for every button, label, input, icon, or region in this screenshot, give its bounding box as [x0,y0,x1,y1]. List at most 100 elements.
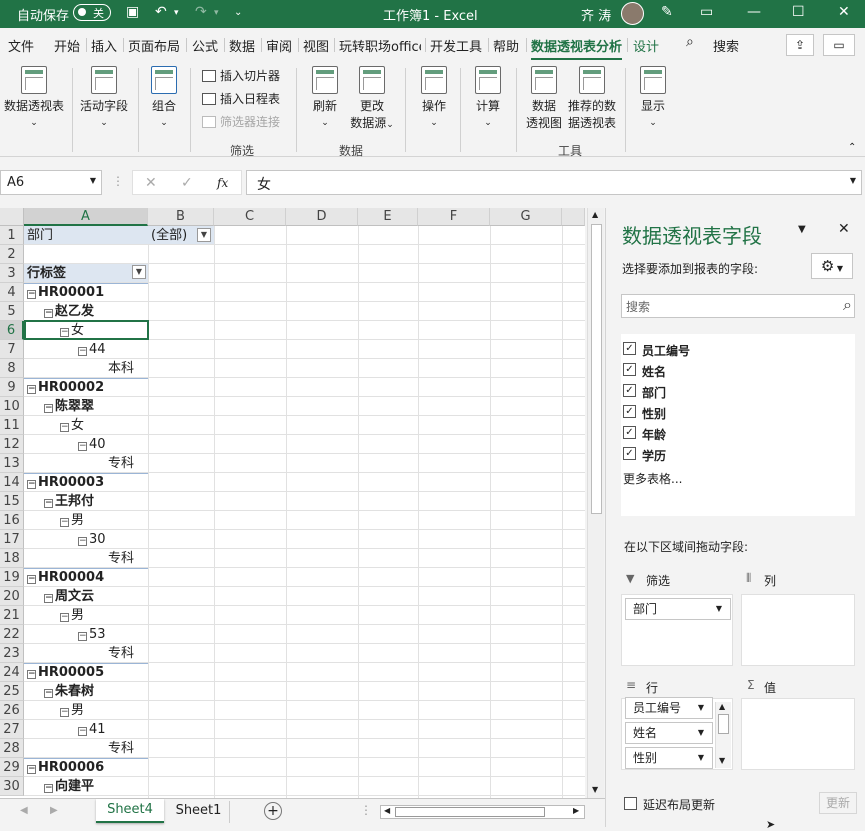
row-header[interactable]: 6 [0,321,24,340]
horizontal-scroll-thumb[interactable] [395,807,545,817]
collapse-icon[interactable]: − [78,537,87,546]
row-header[interactable]: 23 [0,644,24,663]
actions-button[interactable]: 操作 ⌄ [414,66,454,128]
collapse-icon[interactable]: − [60,613,69,622]
row-header[interactable]: 4 [0,283,24,302]
row-header[interactable]: 1 [0,226,24,245]
rows-area-scrollbar[interactable]: ▲ ▼ [715,702,731,768]
name-box[interactable]: A6 ▼ [0,170,102,195]
row-header[interactable]: 28 [0,739,24,758]
row-header[interactable]: 20 [0,587,24,606]
sheet-tab-sheet1[interactable]: Sheet1 [168,801,230,823]
column-header-g[interactable]: G [490,208,562,226]
row-chip[interactable]: 姓名 ▼ [625,722,713,744]
collapse-icon[interactable]: − [60,518,69,527]
row-labels-dropdown-icon[interactable]: ▼ [132,265,146,279]
column-header-h[interactable] [562,208,585,226]
change-data-source-button[interactable]: 更改 数据源⌄ [346,66,398,131]
tab-design[interactable]: 设计 [633,36,659,55]
gear-icon[interactable]: ⚙ ▼ [811,253,853,279]
rows-scroll-up-icon[interactable]: ▲ [719,702,725,711]
autosave-toggle[interactable]: 关 [73,4,111,21]
row-header[interactable]: 17 [0,530,24,549]
row-header[interactable]: 14 [0,473,24,492]
column-header-f[interactable]: F [418,208,490,226]
tab-home[interactable]: 开始 [54,36,80,55]
collapse-icon[interactable]: − [44,784,53,793]
row-header[interactable]: 3 [0,264,24,283]
column-header-b[interactable]: B [148,208,214,226]
cell-a18[interactable]: 专科 [108,549,134,568]
cell-a19[interactable]: − HR00004 [27,568,104,587]
cell-a28[interactable]: 专科 [108,739,134,758]
row-header[interactable]: 19 [0,568,24,587]
row-chip[interactable]: 员工编号 ▼ [625,697,713,719]
cell-a26[interactable]: − 男 [60,701,84,720]
user-name[interactable]: 齐 涛 [581,5,611,24]
field-item[interactable]: 年龄 [642,426,666,443]
maximize-icon[interactable]: ☐ [792,4,805,20]
collapse-ribbon-icon[interactable]: ⌃ [848,142,856,153]
collapse-icon[interactable]: − [44,309,53,318]
cell-a15[interactable]: − 王邦付 [44,492,94,511]
sheet-tab-sheet4[interactable]: Sheet4 [96,799,164,823]
worksheet-grid[interactable]: A B C D E F G 1 2 3 4 5 6 7 8 9 10 11 12 13 14 15 16 17 1… [0,208,585,798]
insert-slicer-button[interactable]: 插入切片器 [202,67,280,84]
cell-a13[interactable]: 专科 [108,454,134,473]
row-header[interactable]: 13 [0,454,24,473]
scroll-right-icon[interactable]: ▶ [573,806,579,815]
undo-icon[interactable]: ↶ [155,4,167,20]
row-header[interactable]: 27 [0,720,24,739]
collapse-icon[interactable]: − [27,290,36,299]
tab-file[interactable]: 文件 [8,36,34,55]
cell-a24[interactable]: − HR00005 [27,663,104,682]
collapse-icon[interactable]: − [27,385,36,394]
scroll-up-icon[interactable]: ▲ [592,210,598,219]
cell-a14[interactable]: − HR00003 [27,473,104,492]
cell-a1[interactable]: 部门 [27,226,53,245]
row-header[interactable]: 9 [0,378,24,397]
cell-a12[interactable]: −40 [78,435,106,454]
collapse-icon[interactable]: − [60,708,69,717]
search-icon[interactable]: ⌕ [843,295,852,315]
cell-a27[interactable]: −41 [78,720,106,739]
chip-dropdown-icon[interactable]: ▼ [698,698,704,718]
row-header[interactable]: 16 [0,511,24,530]
horizontal-scrollbar[interactable]: ◀ ▶ [380,805,585,819]
field-item[interactable]: 员工编号 [642,342,690,359]
row-header[interactable]: 8 [0,359,24,378]
collapse-icon[interactable]: − [44,404,53,413]
vertical-scroll-thumb[interactable] [591,224,602,514]
chip-dropdown-icon[interactable]: ▼ [698,723,704,743]
customize-qat-icon[interactable]: ⌄ [234,7,242,18]
cell-a8[interactable]: 本科 [108,359,134,378]
tab-page-layout[interactable]: 页面布局 [128,36,180,55]
tab-help[interactable]: 帮助 [493,36,519,55]
cell-a11[interactable]: − 女 [60,416,84,435]
row-header[interactable]: 30 [0,777,24,796]
update-button[interactable]: 更新 [819,792,857,814]
recommended-pivot-button[interactable]: 推荐的数 据透视表 [565,66,619,131]
close-icon[interactable]: ✕ [838,4,850,20]
collapse-icon[interactable]: − [44,594,53,603]
row-header[interactable]: 25 [0,682,24,701]
vertical-scrollbar[interactable]: ▲ ▼ [587,208,604,798]
tab-developer[interactable]: 开发工具 [430,36,482,55]
row-header[interactable]: 2 [0,245,24,264]
filter-dropdown-icon[interactable]: ▼ [197,228,211,242]
pane-options-icon[interactable]: ▼ [798,224,806,235]
group-button[interactable]: 组合 ⌄ [144,66,184,128]
filter-connections-button[interactable]: 筛选器连接 [202,113,280,130]
rows-scroll-thumb[interactable] [718,714,729,734]
pivot-chart-button[interactable]: 数据 透视图 [523,66,565,131]
tab-pivot-analyze[interactable]: 数据透视表分析 [531,36,623,61]
formula-input[interactable]: 女 ▼ [246,170,862,195]
field-item[interactable]: 部门 [642,384,666,401]
collapse-icon[interactable]: − [44,499,53,508]
collapse-icon[interactable]: − [27,765,36,774]
field-search-input[interactable]: 搜索 ⌕ [621,294,855,318]
ribbon-display-icon[interactable]: ▭ [700,4,713,20]
values-area[interactable] [741,698,855,770]
collapse-icon[interactable]: − [78,632,87,641]
tab-data[interactable]: 数据 [229,36,255,55]
